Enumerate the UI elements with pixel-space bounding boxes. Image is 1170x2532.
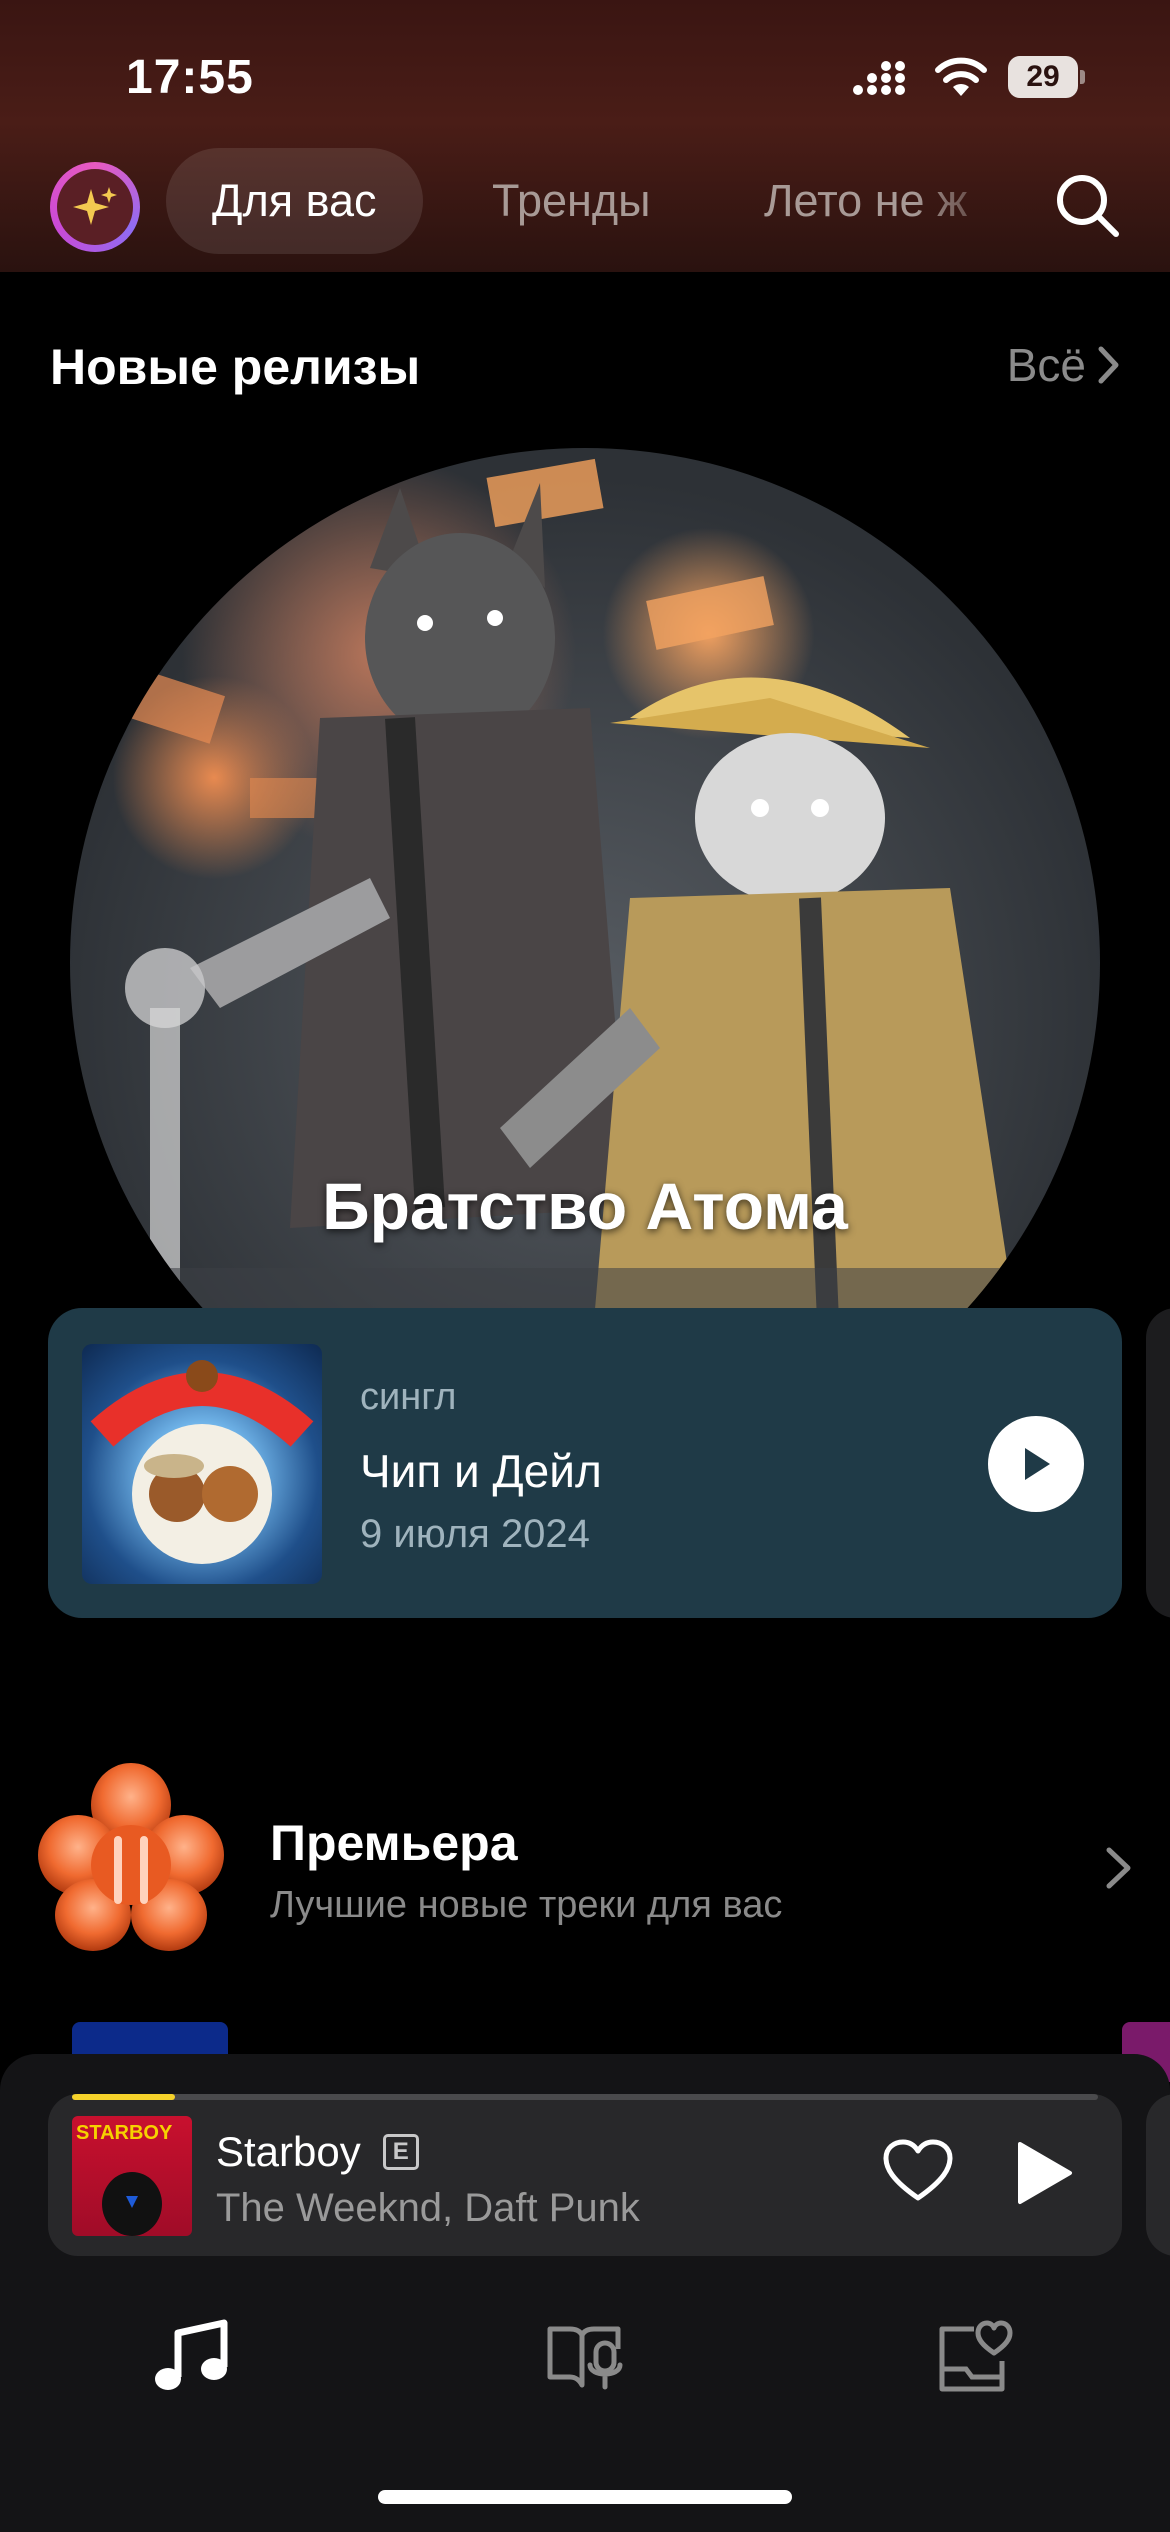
release-thumbnail	[82, 1344, 322, 1584]
top-tabs: Для вас Тренды Лето не ж	[0, 148, 1170, 260]
heart-folder-icon	[939, 2320, 1013, 2392]
sparkles-icon	[73, 187, 117, 225]
play-icon[interactable]	[1014, 2140, 1074, 2206]
premiere-subtitle: Лучшие новые треки для вас	[270, 1884, 783, 1926]
battery-cap	[1080, 70, 1085, 84]
track-artists: The Weeknd, Daft Punk	[216, 2186, 640, 2230]
next-release-card-peek[interactable]	[1146, 1308, 1170, 1618]
flower-logo-icon	[38, 1763, 224, 1951]
battery-icon: 29	[1008, 56, 1085, 98]
next-player-peek	[1146, 2094, 1170, 2256]
release-play-button[interactable]	[988, 1416, 1084, 1512]
track-artwork: STARBOY	[72, 2116, 192, 2236]
cover-title: Братство Атома	[322, 1169, 848, 1243]
heart-icon[interactable]	[882, 2138, 954, 2204]
see-all-label: Всё	[1006, 339, 1086, 391]
music-note-icon	[155, 2319, 228, 2390]
playback-progress-fill	[72, 2094, 175, 2100]
see-all-link[interactable]: Всё	[1007, 338, 1120, 392]
release-type: сингл	[360, 1376, 457, 1418]
mini-player[interactable]: STARBOY Starboy E The Weeknd, Daft Punk	[48, 2094, 1122, 2256]
wifi-icon	[935, 57, 987, 96]
chevron-right-icon	[1098, 346, 1119, 384]
playback-progress[interactable]	[72, 2094, 1098, 2100]
tab-for-you[interactable]: Для вас	[166, 148, 423, 254]
status-bar: 17:55 29	[0, 0, 1170, 150]
new-releases-header: Новые релизы Всё	[50, 332, 1120, 402]
chip-dale-art	[90, 1360, 314, 1564]
section-title: Новые релизы	[50, 339, 421, 395]
release-date: 9 июля 2024	[360, 1512, 590, 1556]
status-time: 17:55	[126, 51, 254, 104]
nav-music[interactable]	[146, 2312, 236, 2402]
chevron-right-icon	[1106, 1847, 1131, 1889]
tab-trends[interactable]: Тренды	[492, 148, 650, 254]
track-title: Starboy	[216, 2128, 361, 2175]
book-mic-icon	[547, 2326, 623, 2390]
tab-summer[interactable]: Лето не ж	[764, 148, 1014, 254]
search-icon[interactable]	[1052, 170, 1122, 240]
nav-collection[interactable]	[930, 2312, 1020, 2402]
battery-level: 29	[1008, 56, 1078, 98]
track-title-row: Starboy E	[216, 2128, 419, 2176]
explicit-badge: E	[382, 2134, 419, 2170]
starboy-art	[102, 2172, 162, 2236]
release-title: Чип и Дейл	[360, 1445, 602, 1497]
avatar[interactable]	[50, 162, 140, 252]
premiere-title: Премьера	[270, 1815, 518, 1871]
play-icon	[1025, 1448, 1050, 1480]
signal-icon	[853, 61, 905, 95]
release-card[interactable]: сингл Чип и Дейл 9 июля 2024	[48, 1308, 1122, 1618]
premiere-row[interactable]: Премьера Лучшие новые треки для вас	[0, 1760, 1170, 1970]
nav-podcasts-books[interactable]	[540, 2312, 630, 2402]
home-indicator[interactable]	[378, 2490, 792, 2504]
bottom-nav	[0, 2296, 1170, 2416]
